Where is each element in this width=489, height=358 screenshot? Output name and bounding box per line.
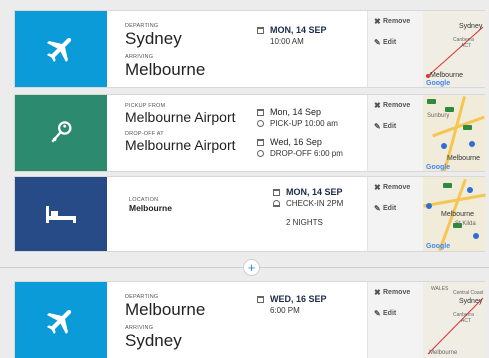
clock-icon [257, 120, 264, 127]
departing-city: Melbourne [125, 300, 206, 319]
calendar-icon [257, 27, 264, 34]
route-map[interactable]: WALES Central Coast Sydney Canberra ACT … [423, 282, 486, 358]
arriving-city: Melbourne [125, 60, 206, 79]
remove-button[interactable]: ✖ Remove [374, 183, 423, 192]
departing-city: Sydney [125, 29, 182, 48]
car-tile [15, 95, 107, 171]
pickup-place: Melbourne Airport [125, 109, 236, 125]
airplane-icon [46, 309, 72, 335]
edit-button[interactable]: ✎ Edit [374, 309, 423, 318]
pencil-icon: ✎ [374, 38, 381, 47]
calendar-icon [273, 189, 280, 196]
pencil-icon: ✎ [374, 122, 381, 131]
card-actions: ✖ Remove ✎ Edit [367, 177, 423, 251]
flight-time: 6:00 PM [270, 306, 300, 315]
close-icon: ✖ [374, 17, 381, 26]
calendar-icon [257, 139, 264, 146]
arriving-city: Sydney [125, 331, 182, 350]
calendar-icon [257, 109, 264, 116]
hotel-card: LOCATION Melbourne MON, 14 SEP CHECK-IN … [14, 176, 486, 252]
key-icon [51, 121, 72, 143]
pencil-icon: ✎ [374, 204, 381, 213]
google-logo: Google [426, 164, 451, 171]
google-logo: Google [426, 80, 451, 87]
remove-button[interactable]: ✖ Remove [374, 17, 423, 26]
remove-button[interactable]: ✖ Remove [374, 101, 423, 110]
flight-tile [15, 282, 107, 358]
remove-button[interactable]: ✖ Remove [374, 288, 423, 297]
card-actions: ✖ Remove ✎ Edit [367, 95, 423, 171]
pickup-time: PICK-UP 10:00 am [270, 119, 338, 128]
flight-card-2: DEPARTING Melbourne ARRIVING Sydney WED,… [14, 281, 486, 358]
close-icon: ✖ [374, 183, 381, 192]
flight-card-1: DEPARTING Sydney ARRIVING Melbourne MON,… [14, 10, 486, 88]
pickup-date: Mon, 14 Sep [270, 107, 322, 117]
location-value: Melbourne [129, 203, 172, 213]
card-actions: ✖ Remove ✎ Edit [367, 282, 423, 358]
edit-button[interactable]: ✎ Edit [374, 204, 423, 213]
dropoff-date: Wed, 16 Sep [270, 137, 322, 147]
flight-tile [15, 11, 107, 87]
flight-date: WED, 16 SEP [270, 294, 327, 304]
checkin-date: MON, 14 SEP [286, 187, 343, 197]
close-icon: ✖ [374, 101, 381, 110]
hotel-tile [15, 177, 107, 251]
bell-icon [273, 200, 280, 207]
calendar-icon [257, 296, 264, 303]
dropoff-place: Melbourne Airport [125, 137, 236, 153]
car-card: PICKUP FROM Melbourne Airport DROP-OFF A… [14, 94, 486, 172]
clock-icon [257, 150, 264, 157]
location-map[interactable]: Melbourne St Kilda Google [423, 177, 486, 251]
route-map[interactable]: Sydney Canberra ACT Melbourne Google [423, 11, 486, 87]
flight-date: MON, 14 SEP [270, 25, 327, 35]
location-map[interactable]: Sunbury Melbourne Google [423, 95, 486, 171]
dropoff-time: DROP-OFF 6:00 pm [270, 149, 343, 158]
airplane-icon [46, 37, 72, 63]
google-logo: Google [426, 243, 451, 250]
checkin-time: CHECK-IN 2PM [286, 199, 344, 208]
flight-time: 10:00 AM [270, 37, 304, 46]
edit-button[interactable]: ✎ Edit [374, 122, 423, 131]
edit-button[interactable]: ✎ Edit [374, 38, 423, 47]
add-item-button[interactable]: + [243, 259, 260, 276]
pencil-icon: ✎ [374, 309, 381, 318]
bed-icon [46, 206, 76, 223]
close-icon: ✖ [374, 288, 381, 297]
nights-count: 2 NIGHTS [286, 218, 323, 227]
card-actions: ✖ Remove ✎ Edit [367, 11, 423, 87]
